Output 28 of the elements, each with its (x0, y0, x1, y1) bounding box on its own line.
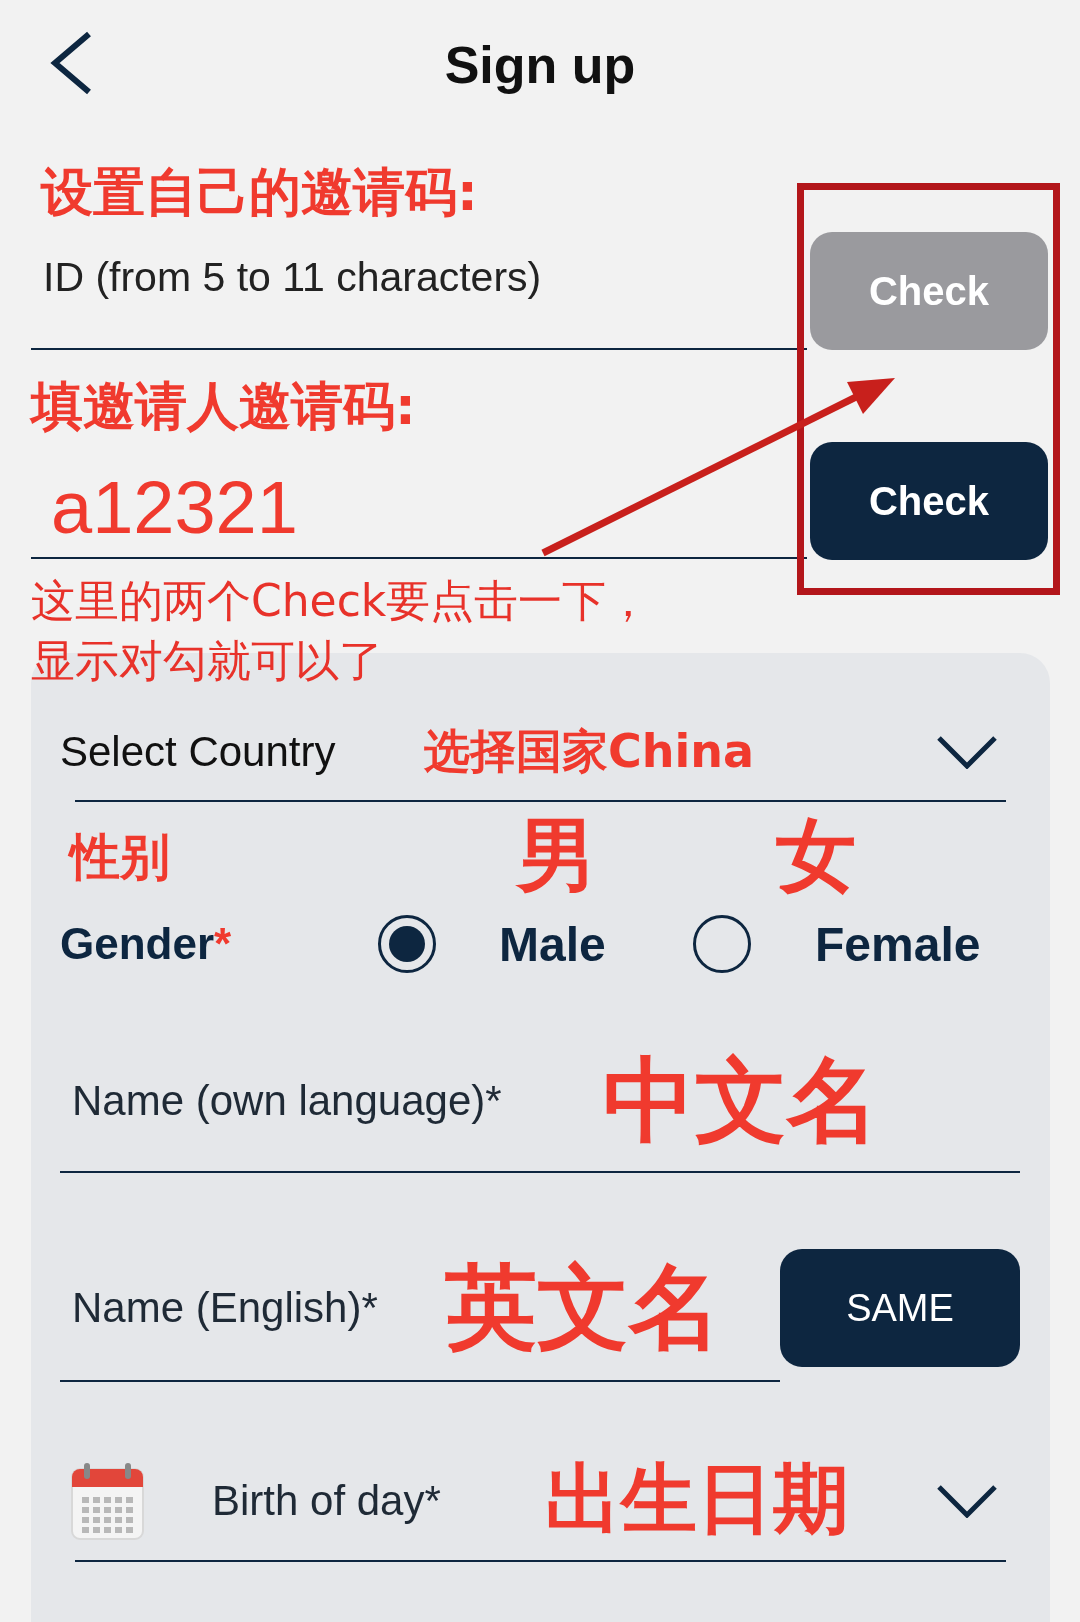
input-field[interactable]: Birth of day* (212, 1472, 545, 1529)
annotation-text: 女 (776, 808, 857, 904)
option-label[interactable]: Male (499, 916, 693, 972)
annotation-text: 出生日期 (545, 1453, 849, 1545)
option-label[interactable]: Female (815, 916, 1033, 972)
country-select[interactable]: Select Country (60, 728, 424, 776)
input-field[interactable]: ID (from 5 to 11 characters) (43, 247, 743, 307)
calendar-icon[interactable] (70, 1460, 145, 1541)
gender-label: Gender* (60, 919, 233, 969)
annotation-text: 选择国家China (424, 723, 755, 780)
check-button[interactable]: Check (810, 442, 1048, 560)
input-field[interactable]: Name (English)* (72, 1280, 445, 1336)
annotation-text: 英文名 (445, 1253, 721, 1363)
annotation-text: 男 (517, 808, 598, 904)
same-button[interactable]: SAME (780, 1249, 1020, 1367)
annotation-text: 中文名 (603, 1046, 879, 1156)
input-field[interactable]: a12321 (51, 465, 451, 549)
page-title: Sign up (444, 35, 636, 95)
input-field[interactable]: Name (own language)* (72, 1073, 603, 1129)
annotation-text: 填邀请人邀请码: (31, 376, 417, 436)
annotation-text: 设置自己的邀请码: (39, 162, 479, 222)
annotation-note: 这里的两个Check要点击一下， (31, 574, 651, 628)
annotation-note: 显示对勾就可以了 (31, 634, 383, 688)
radio-button[interactable] (693, 915, 751, 973)
radio-button[interactable] (378, 915, 436, 973)
chevron-down-icon[interactable] (936, 735, 998, 769)
annotation-text: 性别 (70, 826, 171, 888)
chevron-down-icon[interactable] (936, 1483, 998, 1518)
